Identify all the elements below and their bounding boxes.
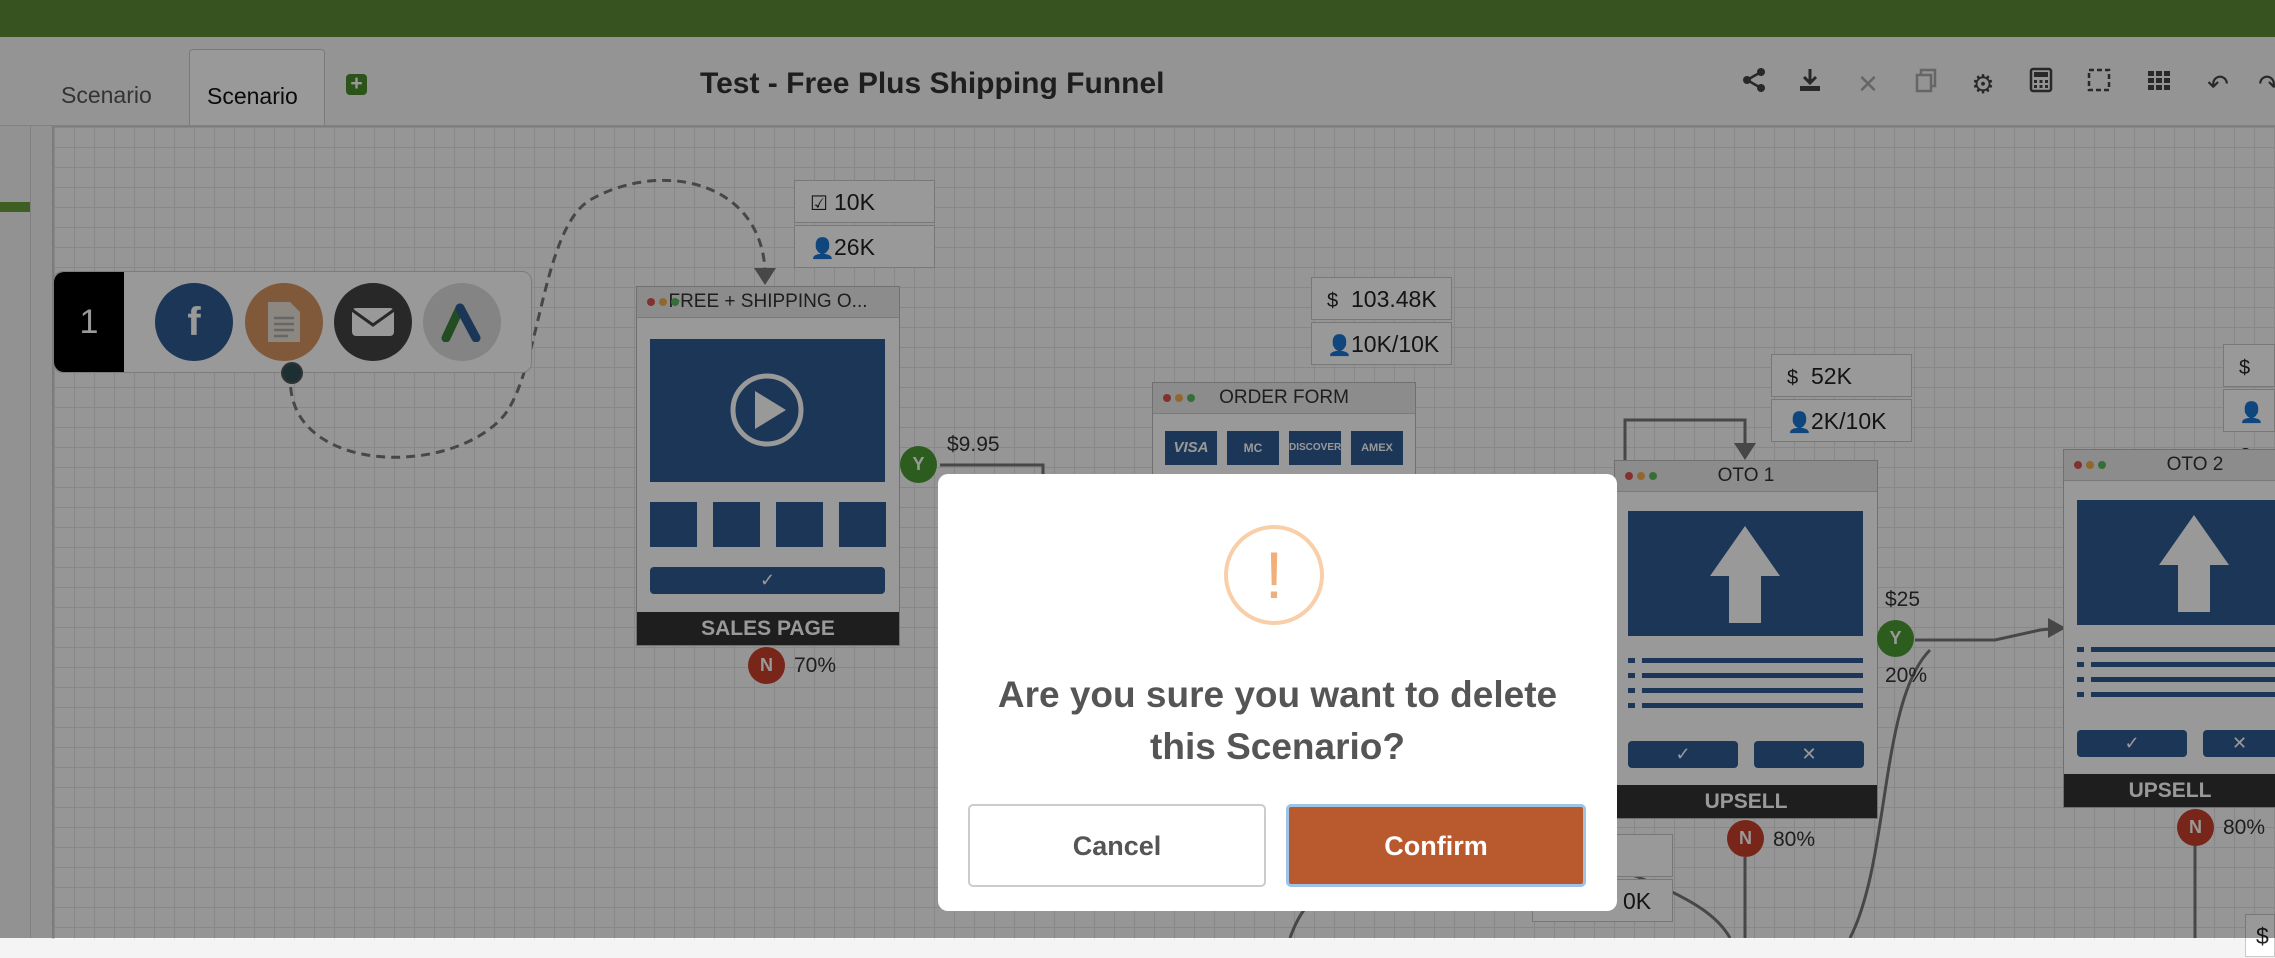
warning-icon: ! [1224, 525, 1324, 625]
cancel-button[interactable]: Cancel [968, 804, 1266, 887]
delete-confirm-dialog: ! Are you sure you want to delete this S… [938, 474, 1617, 911]
dialog-message: Are you sure you want to delete this Sce… [997, 674, 1558, 767]
confirm-button[interactable]: Confirm [1286, 804, 1586, 887]
